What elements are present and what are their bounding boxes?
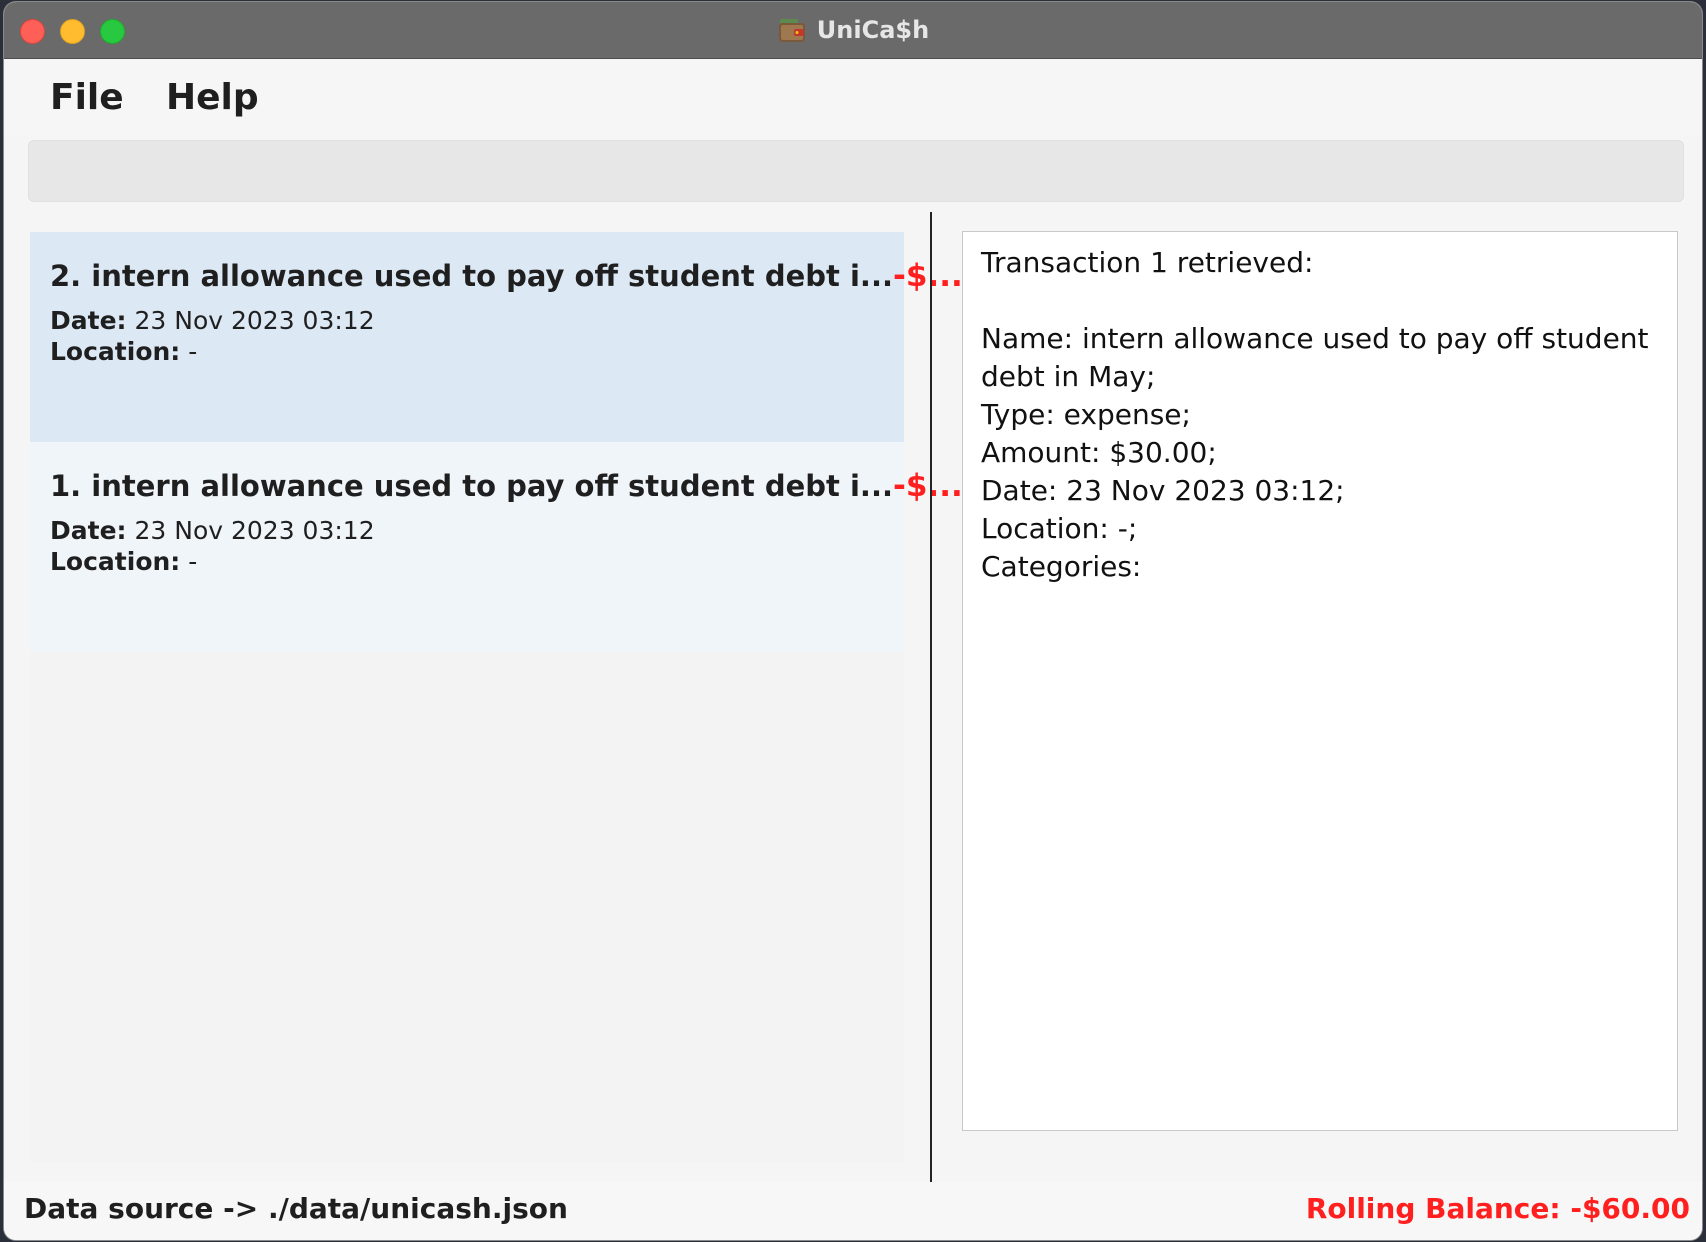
result-display[interactable]: Transaction 1 retrieved: Name: intern al…: [962, 231, 1678, 1131]
transaction-card[interactable]: 1. intern allowance used to pay off stud…: [30, 442, 963, 652]
app-window: UniCa$h File Help 2. intern allowance us…: [4, 2, 1702, 1240]
wallet-icon: [778, 19, 805, 42]
location-label: Location:: [50, 547, 181, 576]
split-pane-divider[interactable]: [930, 212, 932, 1182]
transaction-location-row: Location: -: [50, 547, 884, 576]
data-source-path: Data source -> ./data/unicash.json: [24, 1192, 568, 1225]
menu-help[interactable]: Help: [166, 77, 259, 118]
transaction-list[interactable]: 2. intern allowance used to pay off stud…: [30, 232, 963, 1162]
title-bar[interactable]: UniCa$h: [4, 2, 1702, 59]
transaction-location-row: Location: -: [50, 337, 884, 366]
result-line: Location: -;: [981, 512, 1138, 545]
command-input[interactable]: [28, 140, 1684, 202]
transaction-amount: -$...: [892, 258, 963, 294]
date-label: Date:: [50, 306, 127, 335]
date-label: Date:: [50, 516, 127, 545]
location-label: Location:: [50, 337, 181, 366]
result-line: Transaction 1 retrieved:: [981, 246, 1314, 279]
menu-file[interactable]: File: [50, 77, 124, 118]
transaction-name: 1. intern allowance used to pay off stud…: [50, 469, 893, 503]
transaction-date: 23 Nov 2023 03:12: [134, 516, 375, 545]
result-line: [981, 282, 1659, 320]
transaction-location: -: [188, 337, 198, 366]
transaction-amount: -$...: [892, 468, 963, 504]
transaction-name: 2. intern allowance used to pay off stud…: [50, 259, 893, 293]
result-line: Categories:: [981, 550, 1142, 583]
transaction-date-row: Date: 23 Nov 2023 03:12: [50, 516, 884, 545]
result-line: debt in May;: [981, 360, 1156, 393]
transaction-date: 23 Nov 2023 03:12: [134, 306, 375, 335]
window-title: UniCa$h: [816, 16, 930, 44]
result-line: Type: expense;: [981, 398, 1191, 431]
rolling-balance: Rolling Balance: -$60.00: [1305, 1192, 1690, 1225]
menu-bar: File Help: [4, 59, 1702, 135]
status-bar: Data source -> ./data/unicash.json Rolli…: [4, 1182, 1702, 1240]
transaction-date-row: Date: 23 Nov 2023 03:12: [50, 306, 884, 335]
result-line: Name: intern allowance used to pay off s…: [981, 322, 1649, 355]
transaction-location: -: [188, 547, 198, 576]
window-title-group: UniCa$h: [4, 2, 1702, 58]
transaction-card[interactable]: 2. intern allowance used to pay off stud…: [30, 232, 963, 442]
result-line: Date: 23 Nov 2023 03:12;: [981, 474, 1345, 507]
result-line: Amount: $30.00;: [981, 436, 1217, 469]
